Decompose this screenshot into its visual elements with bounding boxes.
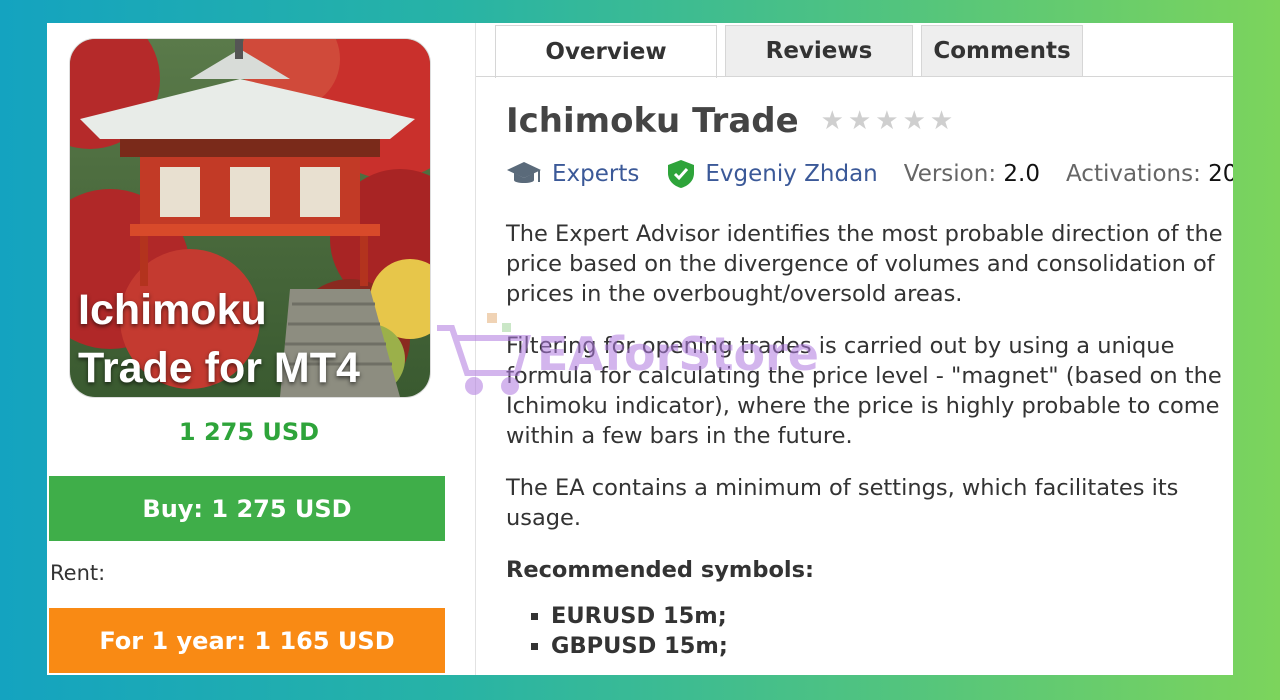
category-link[interactable]: Experts: [506, 160, 639, 188]
star-icon: ★: [902, 106, 926, 136]
symbols-heading: Recommended symbols:: [506, 557, 815, 583]
star-icon: ★: [929, 106, 954, 136]
activations-info: Activations: 20: [1066, 161, 1233, 187]
description-paragraph: The Expert Advisor identifies the most p…: [506, 221, 1223, 307]
verified-shield-icon: [667, 159, 695, 189]
purchase-panel: Ichimoku Trade for MT4 1 275 USD Buy: 1 …: [47, 23, 476, 675]
star-icon: ★: [820, 106, 844, 136]
version-info: Version: 2.0: [904, 161, 1040, 187]
image-caption: Ichimoku Trade for MT4: [78, 286, 360, 392]
price-label: 1 275 USD: [178, 418, 320, 446]
author-name: Evgeniy Zhdan: [705, 161, 878, 187]
rent-1-year-button[interactable]: For 1 year: 1 165 USD: [49, 608, 445, 673]
category-label: Experts: [552, 161, 640, 187]
tab-divider: [476, 76, 1233, 77]
star-icon: ★: [847, 106, 872, 136]
buy-button[interactable]: Buy: 1 275 USD: [49, 476, 445, 541]
symbols-list: EURUSD 15m; GBPUSD 15m;: [506, 601, 1233, 661]
list-item: GBPUSD 15m;: [551, 631, 1233, 661]
title-row: Ichimoku Trade ★ ★ ★ ★ ★: [506, 101, 953, 141]
tab-bar: Overview Reviews Comments: [495, 25, 1091, 78]
product-meta: Experts Evgeniy Zhdan Version: 2.0 Activ…: [506, 159, 1233, 189]
star-icon: ★: [875, 106, 899, 136]
description-paragraph: The EA contains a minimum of settings, w…: [506, 475, 1179, 531]
product-image: Ichimoku Trade for MT4: [69, 38, 431, 398]
product-description: The Expert Advisor identifies the most p…: [506, 219, 1233, 661]
version-value: 2.0: [1003, 161, 1040, 187]
product-title: Ichimoku Trade: [506, 101, 799, 141]
rating-stars[interactable]: ★ ★ ★ ★ ★: [821, 108, 954, 134]
tab-reviews[interactable]: Reviews: [725, 25, 913, 76]
list-item: EURUSD 15m;: [551, 601, 1233, 631]
graduation-cap-icon: [506, 160, 542, 188]
version-label: Version:: [903, 161, 997, 187]
author-link[interactable]: Evgeniy Zhdan: [667, 159, 878, 189]
activations-value: 20: [1208, 161, 1233, 187]
activations-label: Activations:: [1065, 161, 1201, 187]
tab-overview[interactable]: Overview: [495, 25, 717, 78]
tab-comments[interactable]: Comments: [921, 25, 1083, 76]
product-card: Ichimoku Trade for MT4 1 275 USD Buy: 1 …: [47, 23, 1233, 675]
description-paragraph: Filtering for opening trades is carried …: [506, 333, 1222, 449]
rent-label: Rent:: [50, 561, 106, 585]
